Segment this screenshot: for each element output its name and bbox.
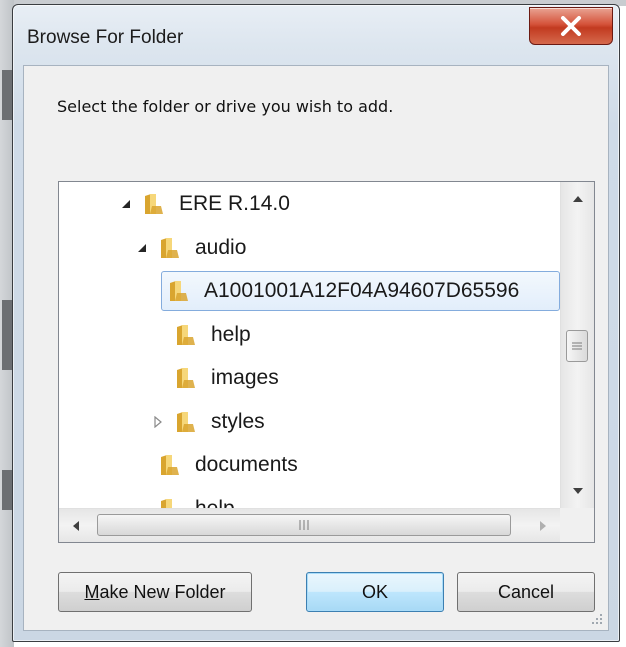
- accelerator-key: M: [84, 581, 100, 602]
- dialog-title: Browse For Folder: [27, 27, 184, 48]
- tree-collapsed-icon[interactable]: [149, 413, 167, 431]
- tree-node[interactable]: help: [133, 489, 235, 509]
- tree-node[interactable]: ERE R.14.0: [117, 184, 290, 224]
- scroll-up-button[interactable]: [561, 182, 594, 216]
- instruction-text: Select the folder or drive you wish to a…: [57, 97, 394, 116]
- tree-node[interactable]: audio: [133, 228, 246, 268]
- close-button[interactable]: [529, 7, 613, 45]
- scrollbar-corner: [560, 508, 594, 542]
- vertical-scrollbar[interactable]: [560, 182, 594, 508]
- tree-node-label: styles: [211, 409, 265, 433]
- folder-icon: [161, 455, 179, 475]
- folder-icon: [177, 411, 195, 432]
- tree-node-label: help: [211, 322, 251, 346]
- tree-expanded-icon[interactable]: [133, 239, 151, 257]
- tree-node-label: A1001001A12F04A94607D65596: [204, 279, 520, 302]
- dialog-client-area: Select the folder or drive you wish to a…: [23, 65, 609, 631]
- arrow-up-icon: [572, 196, 583, 202]
- folder-tree[interactable]: ERE R.14.0 audio A1001001A12F04A94607D6559…: [58, 181, 595, 543]
- browse-for-folder-dialog: Browse For Folder Select the folder or d…: [12, 4, 620, 642]
- cancel-button[interactable]: Cancel: [457, 572, 595, 612]
- folder-tree-viewport: ERE R.14.0 audio A1001001A12F04A94607D6559…: [59, 182, 560, 508]
- resize-grip-icon[interactable]: [588, 610, 604, 626]
- scroll-down-button[interactable]: [561, 474, 594, 508]
- grip-lines-icon: [299, 520, 309, 530]
- ok-button[interactable]: OK: [306, 572, 444, 612]
- make-new-folder-label: ake New Folder: [99, 581, 226, 602]
- horizontal-scrollbar[interactable]: [59, 508, 560, 542]
- folder-icon: [177, 324, 195, 345]
- tree-node-label: help: [195, 496, 235, 509]
- tree-expanded-icon[interactable]: [117, 195, 135, 213]
- folder-icon: [145, 194, 163, 214]
- tree-node-label: ERE R.14.0: [179, 192, 290, 215]
- vertical-scroll-thumb[interactable]: [566, 330, 588, 362]
- arrow-left-icon: [73, 520, 79, 531]
- tree-node[interactable]: images: [149, 358, 279, 398]
- close-icon: [561, 16, 581, 36]
- horizontal-scroll-thumb[interactable]: [97, 514, 511, 536]
- scroll-right-button[interactable]: [526, 509, 560, 542]
- tree-node-label: images: [211, 366, 279, 389]
- tree-node-label: audio: [195, 235, 247, 259]
- folder-icon: [161, 237, 179, 258]
- folder-icon: [177, 368, 195, 388]
- folder-icon: [161, 498, 172, 508]
- arrow-right-icon: [540, 520, 546, 531]
- scroll-left-button[interactable]: [59, 509, 93, 542]
- tree-node[interactable]: A1001001A12F04A94607D65596: [161, 271, 560, 311]
- tree-node[interactable]: documents: [133, 445, 298, 485]
- make-new-folder-button[interactable]: Make New Folder: [58, 572, 252, 612]
- tree-node-label: documents: [195, 453, 298, 476]
- tree-node[interactable]: styles: [149, 402, 265, 442]
- arrow-down-icon: [572, 488, 583, 494]
- grip-lines-icon: [572, 342, 582, 350]
- tree-node[interactable]: help: [149, 315, 251, 355]
- folder-icon: [170, 281, 188, 301]
